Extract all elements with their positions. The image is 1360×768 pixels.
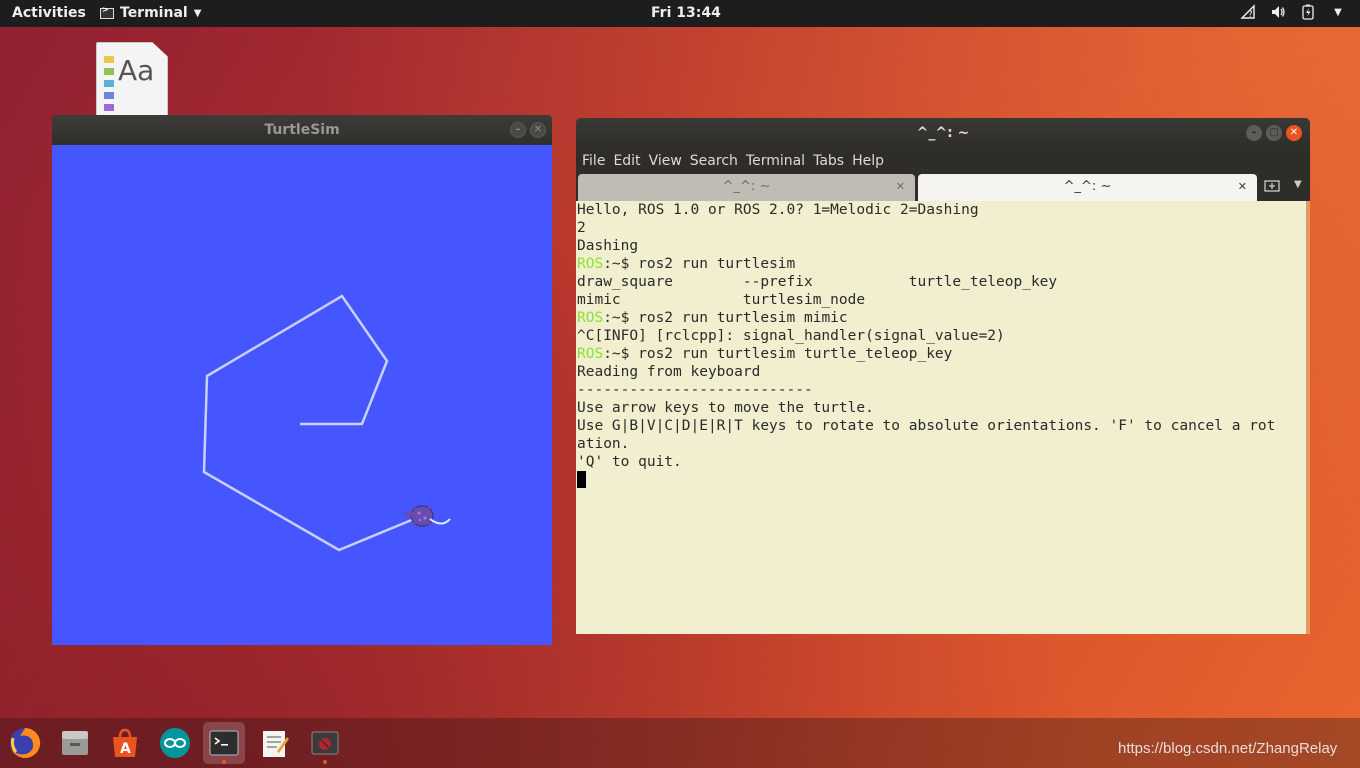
network-question-icon[interactable]: ? <box>1240 4 1256 20</box>
swatch-decoration <box>104 68 114 75</box>
turtlesim-canvas <box>52 145 552 645</box>
dock-arduino[interactable] <box>154 722 196 764</box>
terminal-small-icon <box>100 5 114 19</box>
turtlesim-app-icon <box>311 731 339 755</box>
arduino-icon <box>160 728 190 758</box>
menu-file[interactable]: File <box>582 153 613 169</box>
terminal-line: ation. <box>577 436 630 452</box>
dock-firefox[interactable] <box>4 722 46 764</box>
terminal-line: Use arrow keys to move the turtle. <box>577 400 874 416</box>
running-indicator <box>222 760 226 764</box>
swatch-decoration <box>104 56 114 63</box>
tab-bar: ^_^: ~ ✕ ^_^: ~ ✕ ▼ <box>576 173 1310 201</box>
tab-label: ^_^: ~ <box>1063 179 1112 194</box>
menu-help[interactable]: Help <box>852 153 892 169</box>
terminal-line: Reading from keyboard <box>577 364 761 380</box>
dock-turtlesim-app[interactable] <box>304 722 346 764</box>
dock-files[interactable] <box>54 722 96 764</box>
tab-label: ^_^: ~ <box>722 179 771 194</box>
minimize-button[interactable]: – <box>1246 125 1262 141</box>
turtlesim-title: TurtleSim <box>264 122 340 138</box>
terminal-window[interactable]: ^_^: ~ – □ ✕ File Edit View Search Termi… <box>576 118 1310 634</box>
terminal-line: ROS:~$ ros2 run turtlesim mimic <box>577 310 848 326</box>
app-menu-label: Terminal <box>120 5 188 21</box>
terminal-output[interactable]: Hello, ROS 1.0 or ROS 2.0? 1=Melodic 2=D… <box>576 201 1306 634</box>
terminal-icon <box>209 730 239 756</box>
terminal-line: ROS:~$ ros2 run turtlesim turtle_teleop_… <box>577 346 953 362</box>
firefox-icon <box>10 727 41 758</box>
turtlesim-window[interactable]: TurtleSim – ✕ <box>52 115 552 645</box>
swatch-decoration <box>104 104 114 111</box>
close-tab-icon[interactable]: ✕ <box>896 174 905 200</box>
minimize-button[interactable]: – <box>510 122 526 138</box>
terminal-line: Dashing <box>577 238 639 254</box>
terminal-line: Hello, ROS 1.0 or ROS 2.0? 1=Melodic 2=D… <box>577 202 979 218</box>
menu-view[interactable]: View <box>649 153 690 169</box>
terminal-line: ^C[INFO] [rclcpp]: signal_handler(signal… <box>577 328 1005 344</box>
software-center-icon: A <box>113 728 137 757</box>
turtlesim-titlebar[interactable]: TurtleSim – ✕ <box>52 115 552 145</box>
tab-2[interactable]: ^_^: ~ ✕ <box>918 174 1257 201</box>
system-tray[interactable]: ? ▼ <box>1240 4 1346 20</box>
dock-software-center[interactable]: A <box>104 722 146 764</box>
close-button[interactable]: ✕ <box>1286 125 1302 141</box>
swatch-decoration <box>104 80 114 87</box>
menu-tabs[interactable]: Tabs <box>813 153 852 169</box>
tab-1[interactable]: ^_^: ~ ✕ <box>578 174 915 201</box>
menu-bar: File Edit View Search Terminal Tabs Help <box>576 148 1310 173</box>
new-tab-icon[interactable] <box>1264 178 1280 196</box>
volume-icon[interactable] <box>1270 4 1286 20</box>
svg-text:?: ? <box>1248 10 1253 20</box>
terminal-title: ^_^: ~ <box>916 125 970 141</box>
maximize-button[interactable]: □ <box>1266 125 1282 141</box>
turtle-path <box>202 294 451 552</box>
running-indicator <box>323 760 327 764</box>
scrollbar[interactable] <box>1306 201 1310 634</box>
terminal-line <box>577 471 1306 489</box>
top-bar: Activities Terminal ▼ Fri 13:44 ? ▼ <box>0 0 1360 27</box>
menu-edit[interactable]: Edit <box>613 153 648 169</box>
terminal-line: 'Q' to quit. <box>577 454 682 470</box>
terminal-line: --------------------------- <box>577 382 813 398</box>
svg-text:A: A <box>120 741 131 757</box>
files-icon <box>62 731 88 755</box>
dock-terminal[interactable] <box>203 722 245 764</box>
app-menu[interactable]: Terminal ▼ <box>100 5 201 21</box>
close-tab-icon[interactable]: ✕ <box>1238 174 1247 200</box>
terminal-line: ROS:~$ ros2 run turtlesim <box>577 256 796 272</box>
menu-search[interactable]: Search <box>690 153 746 169</box>
swatch-decoration <box>104 92 114 99</box>
clock[interactable]: Fri 13:44 <box>651 5 721 21</box>
terminal-line: draw_square --prefix turtle_teleop_key <box>577 274 1058 290</box>
dock-text-editor[interactable] <box>254 722 296 764</box>
font-preview-text: Aa <box>118 54 155 87</box>
watermark-text: https://blog.csdn.net/ZhangRelay <box>1118 740 1338 757</box>
terminal-titlebar[interactable]: ^_^: ~ – □ ✕ <box>576 118 1310 148</box>
close-button[interactable]: ✕ <box>530 122 546 138</box>
turtle-icon <box>405 505 451 527</box>
terminal-line: Use G|B|V|C|D|E|R|T keys to rotate to ab… <box>577 418 1276 434</box>
terminal-line: 2 <box>577 220 586 236</box>
terminal-line: mimic turtlesim_node <box>577 292 866 308</box>
battery-icon[interactable] <box>1300 4 1316 20</box>
terminal-cursor <box>577 471 586 488</box>
system-menu-caret-icon[interactable]: ▼ <box>1330 4 1346 20</box>
menu-terminal[interactable]: Terminal <box>746 153 813 169</box>
chevron-down-icon: ▼ <box>193 7 202 19</box>
tabs-menu-chevron-icon[interactable]: ▼ <box>1294 179 1302 190</box>
text-editor-icon <box>263 731 289 757</box>
desktop-font-file[interactable]: Aa <box>96 42 168 116</box>
activities-button[interactable]: Activities <box>12 5 86 21</box>
